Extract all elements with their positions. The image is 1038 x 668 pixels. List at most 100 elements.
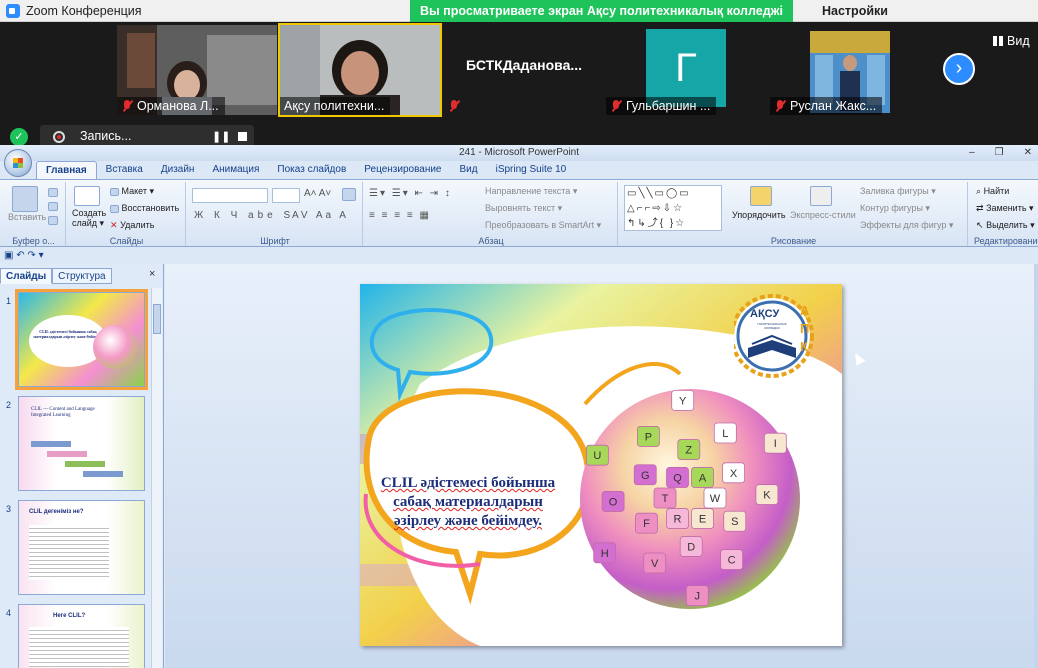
close-icon[interactable]: ✕ [1024,145,1032,161]
grid-view-icon [993,36,1003,46]
security-shield-icon[interactable]: ✓ [10,128,28,146]
participant-gallery: Орманова Л... Ақсу политехни... БСТКДада… [0,22,1038,118]
align-text-button[interactable]: Выровнять текст ▾ [485,203,562,214]
participant-name: Руслан Жакс... [790,99,877,113]
replace-button[interactable]: ⇄ Заменить ▾ [976,203,1034,214]
pause-recording-button[interactable]: ❚❚ [212,130,230,143]
keyboard-key-label: K [763,490,771,502]
list-buttons[interactable]: ☰▾ ☰▾ ⇤ ⇥ ↕ [369,188,452,199]
font-size-select[interactable] [272,188,300,203]
office-button[interactable] [4,149,32,177]
current-slide[interactable]: WE RTQ A S D F G Z X C V O P L K J H U Y I АҚСУ ПОЛИТЕХНИКА… [360,284,842,646]
layout-button[interactable]: Макет ▾ [110,186,154,197]
drawing-group-label: Рисование [770,236,817,246]
participant-tile-active[interactable]: Ақсу политехни... [278,23,442,117]
cut-icon[interactable] [48,188,58,197]
screen: Zoom Конференция Вы просматриваете экран… [0,0,1038,668]
binoculars-icon: ⌕ [976,186,982,196]
keyboard-key-label: P [645,431,652,443]
select-label: Выделить ▾ [986,220,1035,230]
shapes-gallery[interactable]: ▭╲╲▭◯▭ △⌐⌐⇨⇩☆ ↰↳⤴{ }☆ [624,185,722,231]
tab-slides[interactable]: Слайды [0,268,53,284]
scrollbar-thumb[interactable] [153,304,161,334]
mouse-cursor-icon [850,350,866,366]
keyboard-key-label: X [730,468,738,480]
pane-close-icon[interactable]: × [149,268,155,280]
align-buttons[interactable]: ≡ ≡ ≡ ≡ ▦ [369,210,431,221]
text-direction-button[interactable]: Направление текста ▾ [485,186,577,197]
paste-button[interactable]: Вставить [8,212,46,222]
redo-icon[interactable]: ↷ [27,250,35,261]
quick-styles-icon [810,186,832,206]
participant-name-tag: Руслан Жакс... [770,97,883,115]
ppt-title-bar: 241 - Microsoft PowerPoint – ❐ ✕ [0,145,1038,161]
customize-qat-icon[interactable]: ▾ [39,250,44,261]
convert-smartart-button[interactable]: Преобразовать в SmartArt ▾ [485,220,601,231]
slide-title[interactable]: CLIL әдістемесі бойынша сабақ материалда… [368,474,568,531]
ribbon-tabs: Главная Вставка Дизайн Анимация Показ сл… [36,161,575,179]
keyboard-key-label: H [601,548,609,560]
keyboard-key-label: Z [685,445,692,457]
stop-recording-button[interactable] [238,132,247,141]
reset-icon [110,204,119,213]
replace-icon: ⇄ [976,203,984,213]
slide-title-line-text: CLIL әдістемесі бойынша [380,475,556,491]
copy-icon[interactable] [48,202,58,211]
undo-icon[interactable]: ↶ [16,250,24,261]
thumbnail-image: CLIL — Content and Language Integrated L… [18,396,145,491]
editing-group: ⌕ Найти ⇄ Заменить ▾ ↖ Выделить ▾ Редакт… [970,182,1038,246]
tab-home[interactable]: Главная [36,161,97,179]
slide-title-line-text: әзірлеу және бейімдеу. [394,513,542,529]
drawing-group: ▭╲╲▭◯▭ △⌐⌐⇨⇩☆ ↰↳⤴{ }☆ Упорядочить Экспре… [620,182,968,246]
thumbnail-image: CLIL дегеніміз не? [18,500,145,595]
shape-effects-button[interactable]: Эффекты для фигур ▾ [860,220,953,231]
participant-tile[interactable]: БСТКДаданова... [444,25,604,115]
keyboard-key-label: U [593,450,601,462]
shape-outline-button[interactable]: Контур фигуры ▾ [860,203,930,214]
participant-tile[interactable]: Руслан Жакс... [770,25,930,115]
keyboard-key-label: I [774,438,777,450]
tab-outline[interactable]: Структура [52,268,112,284]
new-slide-button[interactable]: Создать слайд ▾ [72,208,108,228]
pane-scrollbar[interactable] [151,288,162,668]
font-family-select[interactable] [192,188,268,203]
screen-share-banner: Вы просматриваете экран Ақсу политехника… [410,0,793,22]
participant-tile[interactable]: Г Гульбаршин ... [606,25,766,115]
tab-animation[interactable]: Анимация [203,161,268,179]
restore-icon[interactable]: ❐ [995,145,1004,161]
tab-view[interactable]: Вид [451,161,487,179]
tab-insert[interactable]: Вставка [97,161,152,179]
keyboard-key-label: D [687,541,695,553]
tab-ispring[interactable]: iSpring Suite 10 [487,161,576,179]
next-page-button[interactable]: › [943,53,975,85]
font-case-color-buttons[interactable]: AV Aa A [292,210,349,221]
arrange-button[interactable]: Упорядочить [732,210,786,220]
thumbnail-caption: CLIL дегеніміз не? [29,509,84,515]
font-style-buttons[interactable]: Ж К Ч abe S [194,210,294,221]
delete-icon: ✕ [110,220,118,230]
tab-design[interactable]: Дизайн [152,161,204,179]
font-grow-shrink-icon[interactable]: A˄ A˅ [304,188,331,199]
reset-button[interactable]: Восстановить [110,203,179,213]
thumbnail-image: Неге CLIL? [18,604,145,668]
quick-styles-button[interactable]: Экспресс-стили [790,210,856,220]
shape-fill-button[interactable]: Заливка фигуры ▾ [860,186,936,197]
participant-name-tag [444,97,466,115]
view-button[interactable]: Вид [993,34,1030,48]
save-icon[interactable]: ▣ [4,250,13,261]
view-settings-button[interactable]: Настройки просмотра⌄ [810,0,965,40]
paste-icon [12,186,38,212]
minimize-icon[interactable]: – [969,145,975,161]
select-button[interactable]: ↖ Выделить ▾ [976,220,1035,231]
canvas-scrollbar[interactable] [1034,264,1038,668]
delete-slide-button[interactable]: ✕ Удалить [110,220,154,231]
format-painter-icon[interactable] [48,216,58,225]
slides-group: Создать слайд ▾ Макет ▾ Восстановить ✕ У… [68,182,186,246]
powerpoint-window: 241 - Microsoft PowerPoint – ❐ ✕ Главная… [0,145,1038,668]
participant-tile[interactable]: Орманова Л... [117,25,277,115]
select-icon: ↖ [976,220,984,230]
clear-formatting-icon[interactable] [342,188,356,201]
find-button[interactable]: ⌕ Найти [976,186,1009,197]
tab-review[interactable]: Рецензирование [355,161,450,179]
tab-slideshow[interactable]: Показ слайдов [268,161,355,179]
